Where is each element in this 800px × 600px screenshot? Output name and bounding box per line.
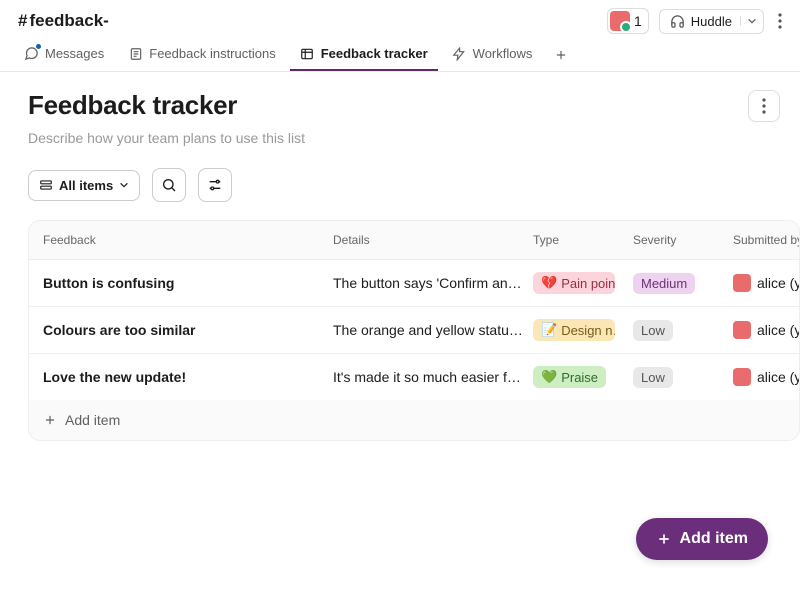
search-button[interactable]: [152, 168, 186, 202]
unread-dot-icon: [35, 43, 42, 50]
header-actions: 1 Huddle: [607, 8, 786, 34]
col-feedback[interactable]: Feedback: [43, 233, 333, 247]
cell-severity: Low: [633, 367, 733, 388]
view-selector-label: All items: [59, 178, 113, 193]
channel-tabs: Messages Feedback instructions Feedback …: [0, 38, 800, 72]
page-title: Feedback tracker: [28, 90, 237, 121]
cell-severity: Low: [633, 320, 733, 341]
add-item-row[interactable]: Add item: [29, 400, 799, 440]
cell-details: The button says 'Confirm and …: [333, 275, 533, 291]
cell-details: The orange and yellow status …: [333, 322, 533, 338]
channel-header: # feedback- 1 Huddle: [0, 0, 800, 38]
tab-workflows[interactable]: Workflows: [442, 38, 543, 71]
list-icon: [300, 46, 315, 61]
table-header: Feedback Details Type Severity Submitted…: [29, 221, 799, 259]
tab-tracker-label: Feedback tracker: [321, 46, 428, 61]
type-tag[interactable]: 💚 Praise: [533, 366, 606, 388]
cell-feedback: Button is confusing: [43, 275, 333, 291]
filter-button[interactable]: [198, 168, 232, 202]
cell-severity: Medium: [633, 273, 733, 294]
tab-tracker[interactable]: Feedback tracker: [290, 38, 438, 71]
member-count: 1: [634, 13, 642, 29]
cell-details: It's made it so much easier for m…: [333, 369, 533, 385]
kebab-icon: [762, 98, 766, 114]
col-severity[interactable]: Severity: [633, 233, 733, 247]
channel-title-text: feedback-: [29, 11, 108, 31]
cell-submitted-by: alice (you: [733, 274, 800, 292]
cell-type: 💚 Praise: [533, 366, 633, 388]
avatar-icon: [733, 368, 751, 386]
tab-instructions-label: Feedback instructions: [149, 46, 275, 61]
user-name: alice (you: [757, 275, 800, 291]
avatar-icon: [733, 321, 751, 339]
list-table: Feedback Details Type Severity Submitted…: [28, 220, 800, 441]
plus-icon: [43, 413, 57, 427]
cell-type: 💔 Pain point: [533, 272, 633, 294]
tab-messages-label: Messages: [45, 46, 104, 61]
list-more-button[interactable]: [748, 90, 780, 122]
channel-more-button[interactable]: [774, 9, 786, 33]
add-item-label: Add item: [65, 412, 120, 428]
type-tag[interactable]: 📝 Design n…: [533, 319, 615, 341]
plus-icon: [656, 531, 672, 547]
huddle-caret[interactable]: [740, 16, 757, 26]
table-row[interactable]: Colours are too similarThe orange and ye…: [29, 306, 799, 353]
user-name: alice (you: [757, 322, 800, 338]
type-emoji-icon: 💔: [541, 275, 557, 291]
sliders-icon: [207, 177, 223, 193]
type-emoji-icon: 📝: [541, 322, 557, 338]
avatar-icon: [733, 274, 751, 292]
tab-instructions[interactable]: Feedback instructions: [118, 38, 285, 71]
avatar-icon: [610, 11, 630, 31]
cell-type: 📝 Design n…: [533, 319, 633, 341]
add-tab-button[interactable]: [546, 42, 576, 68]
page-subtitle[interactable]: Describe how your team plans to use this…: [28, 130, 800, 146]
headphones-icon: [670, 14, 685, 29]
table-row[interactable]: Button is confusingThe button says 'Conf…: [29, 259, 799, 306]
member-count-button[interactable]: 1: [607, 8, 649, 34]
hash-icon: #: [18, 11, 27, 31]
add-item-fab[interactable]: Add item: [636, 518, 768, 560]
list-content: Feedback tracker Describe how your team …: [0, 72, 800, 459]
type-tag[interactable]: 💔 Pain point: [533, 272, 615, 294]
severity-tag[interactable]: Medium: [633, 273, 695, 294]
layers-icon: [39, 178, 53, 192]
type-label: Praise: [561, 370, 598, 385]
kebab-icon: [778, 13, 782, 29]
chevron-down-icon: [747, 16, 757, 26]
cell-submitted-by: alice (you: [733, 321, 800, 339]
cell-feedback: Love the new update!: [43, 369, 333, 385]
severity-tag[interactable]: Low: [633, 320, 673, 341]
plus-icon: [554, 48, 568, 62]
severity-tag[interactable]: Low: [633, 367, 673, 388]
col-submitted-by[interactable]: Submitted by: [733, 233, 800, 247]
cell-submitted-by: alice (you: [733, 368, 800, 386]
fab-label: Add item: [680, 530, 748, 548]
list-toolbar: All items: [28, 168, 800, 202]
type-label: Pain point: [561, 276, 615, 291]
table-row[interactable]: Love the new update!It's made it so much…: [29, 353, 799, 400]
view-selector-button[interactable]: All items: [28, 170, 140, 201]
user-name: alice (you: [757, 369, 800, 385]
tab-messages[interactable]: Messages: [14, 38, 114, 71]
cell-feedback: Colours are too similar: [43, 322, 333, 338]
chevron-down-icon: [119, 180, 129, 190]
tab-workflows-label: Workflows: [473, 46, 533, 61]
canvas-icon: [128, 46, 143, 61]
type-label: Design n…: [561, 323, 615, 338]
col-details[interactable]: Details: [333, 233, 533, 247]
channel-name[interactable]: # feedback-: [18, 11, 109, 31]
huddle-button[interactable]: Huddle: [659, 9, 764, 34]
type-emoji-icon: 💚: [541, 369, 557, 385]
bolt-icon: [452, 46, 467, 61]
huddle-label: Huddle: [691, 14, 732, 29]
col-type[interactable]: Type: [533, 233, 633, 247]
search-icon: [161, 177, 177, 193]
